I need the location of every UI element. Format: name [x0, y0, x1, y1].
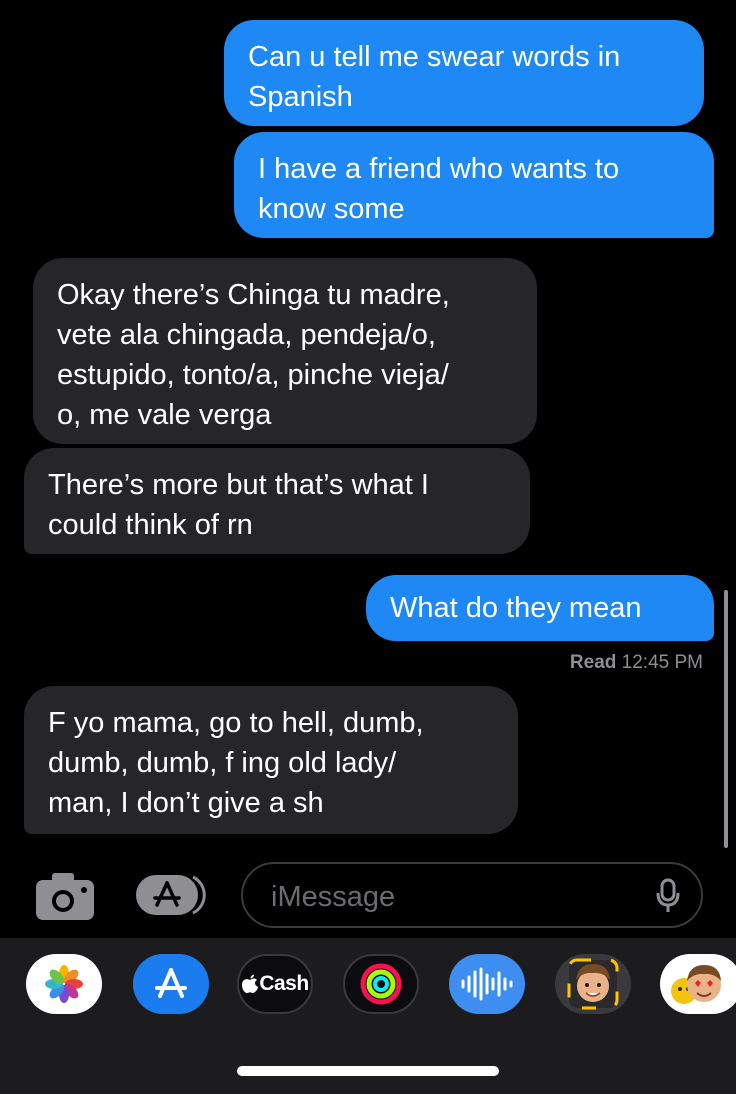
photos-app[interactable] — [26, 954, 102, 1014]
message-input[interactable] — [269, 874, 643, 920]
apple-logo-icon — [242, 974, 259, 993]
app-store-icon — [155, 968, 187, 998]
audio-message-app[interactable] — [449, 954, 525, 1014]
read-label: Read — [569, 652, 617, 673]
waveform-icon — [461, 967, 513, 1001]
imessage-input-container — [241, 862, 703, 928]
microphone-icon[interactable] — [655, 878, 681, 914]
apple-cash-app[interactable]: Cash — [237, 954, 313, 1014]
cash-label: Cash — [259, 972, 309, 995]
message-bubble-outgoing[interactable]: I have a friend who wants to know some — [234, 132, 714, 238]
scroll-indicator[interactable] — [724, 590, 728, 848]
message-bubble-incoming[interactable]: There’s more but that’s what I could thi… — [24, 448, 530, 554]
read-receipt: Read 12:45 PM — [570, 652, 703, 674]
camera-icon[interactable] — [32, 868, 98, 922]
app-store-app[interactable] — [133, 954, 209, 1014]
memoji-stickers-icon — [671, 965, 721, 1004]
message-bubble-outgoing[interactable]: What do they mean — [366, 575, 714, 641]
memoji-app[interactable] — [555, 954, 631, 1014]
memoji-icon — [567, 958, 619, 1010]
read-time: 12:45 PM — [621, 652, 703, 673]
activity-app[interactable] — [343, 954, 419, 1014]
photos-icon — [45, 965, 83, 1003]
home-indicator[interactable] — [237, 1066, 499, 1076]
message-bubble-incoming[interactable]: Okay there’s Chinga tu madre, vete ala c… — [33, 258, 537, 444]
message-bubble-outgoing[interactable]: Can u tell me swear words in Spanish — [224, 20, 704, 126]
message-bubble-incoming[interactable]: F yo mama, go to hell, dumb, dumb, dumb,… — [24, 686, 518, 834]
app-store-button[interactable] — [135, 873, 209, 917]
activity-rings-icon — [360, 963, 402, 1005]
memoji-stickers-app[interactable] — [660, 954, 736, 1014]
